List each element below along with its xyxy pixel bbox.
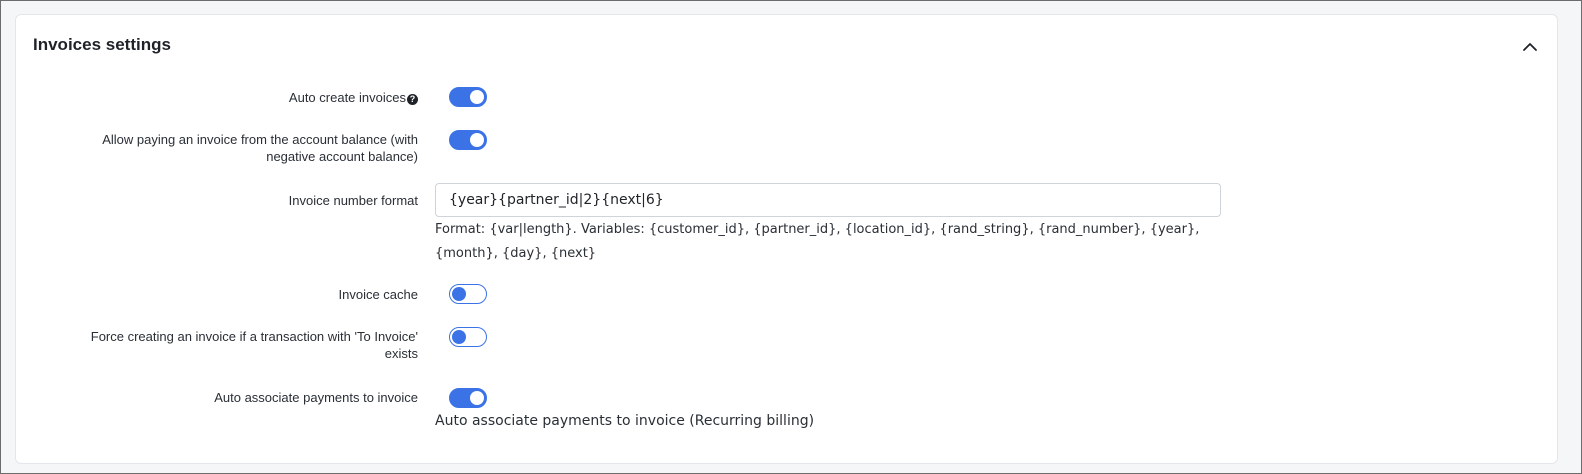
invoice-number-format-input[interactable] [435,183,1221,217]
toggle-knob [452,287,466,301]
invoice-number-format-label: Invoice number format [288,193,418,208]
invoice-cache-label: Invoice cache [338,287,419,302]
toggle-knob [470,391,484,405]
question-circle-icon[interactable]: ? [407,94,418,105]
page-frame: Invoices settings Auto create invoices? … [0,0,1582,474]
chevron-up-icon [1523,43,1537,51]
collapse-button[interactable] [1518,35,1542,59]
force-creating-invoice-label: Force creating an invoice if a transacti… [90,329,418,361]
section-title: Invoices settings [33,35,171,54]
invoice-number-format-hint: Format: {var|length}. Variables: {custom… [435,222,1200,261]
auto-associate-payments-label: Auto associate payments to invoice [214,390,418,405]
auto-associate-payments-toggle[interactable] [449,388,487,408]
auto-create-invoices-label: Auto create invoices? [58,89,418,106]
auto-create-invoices-toggle[interactable] [449,87,487,107]
force-creating-invoice-toggle[interactable] [449,327,487,347]
invoice-cache-toggle[interactable] [449,284,487,304]
toggle-knob [470,90,484,104]
allow-paying-balance-toggle[interactable] [449,130,487,150]
invoices-settings-card: Invoices settings Auto create invoices? … [15,14,1558,464]
auto-associate-payments-hint: Auto associate payments to invoice (Recu… [435,413,815,429]
toggle-knob [470,133,484,147]
allow-paying-balance-label: Allow paying an invoice from the account… [102,132,418,164]
toggle-knob [452,330,466,344]
